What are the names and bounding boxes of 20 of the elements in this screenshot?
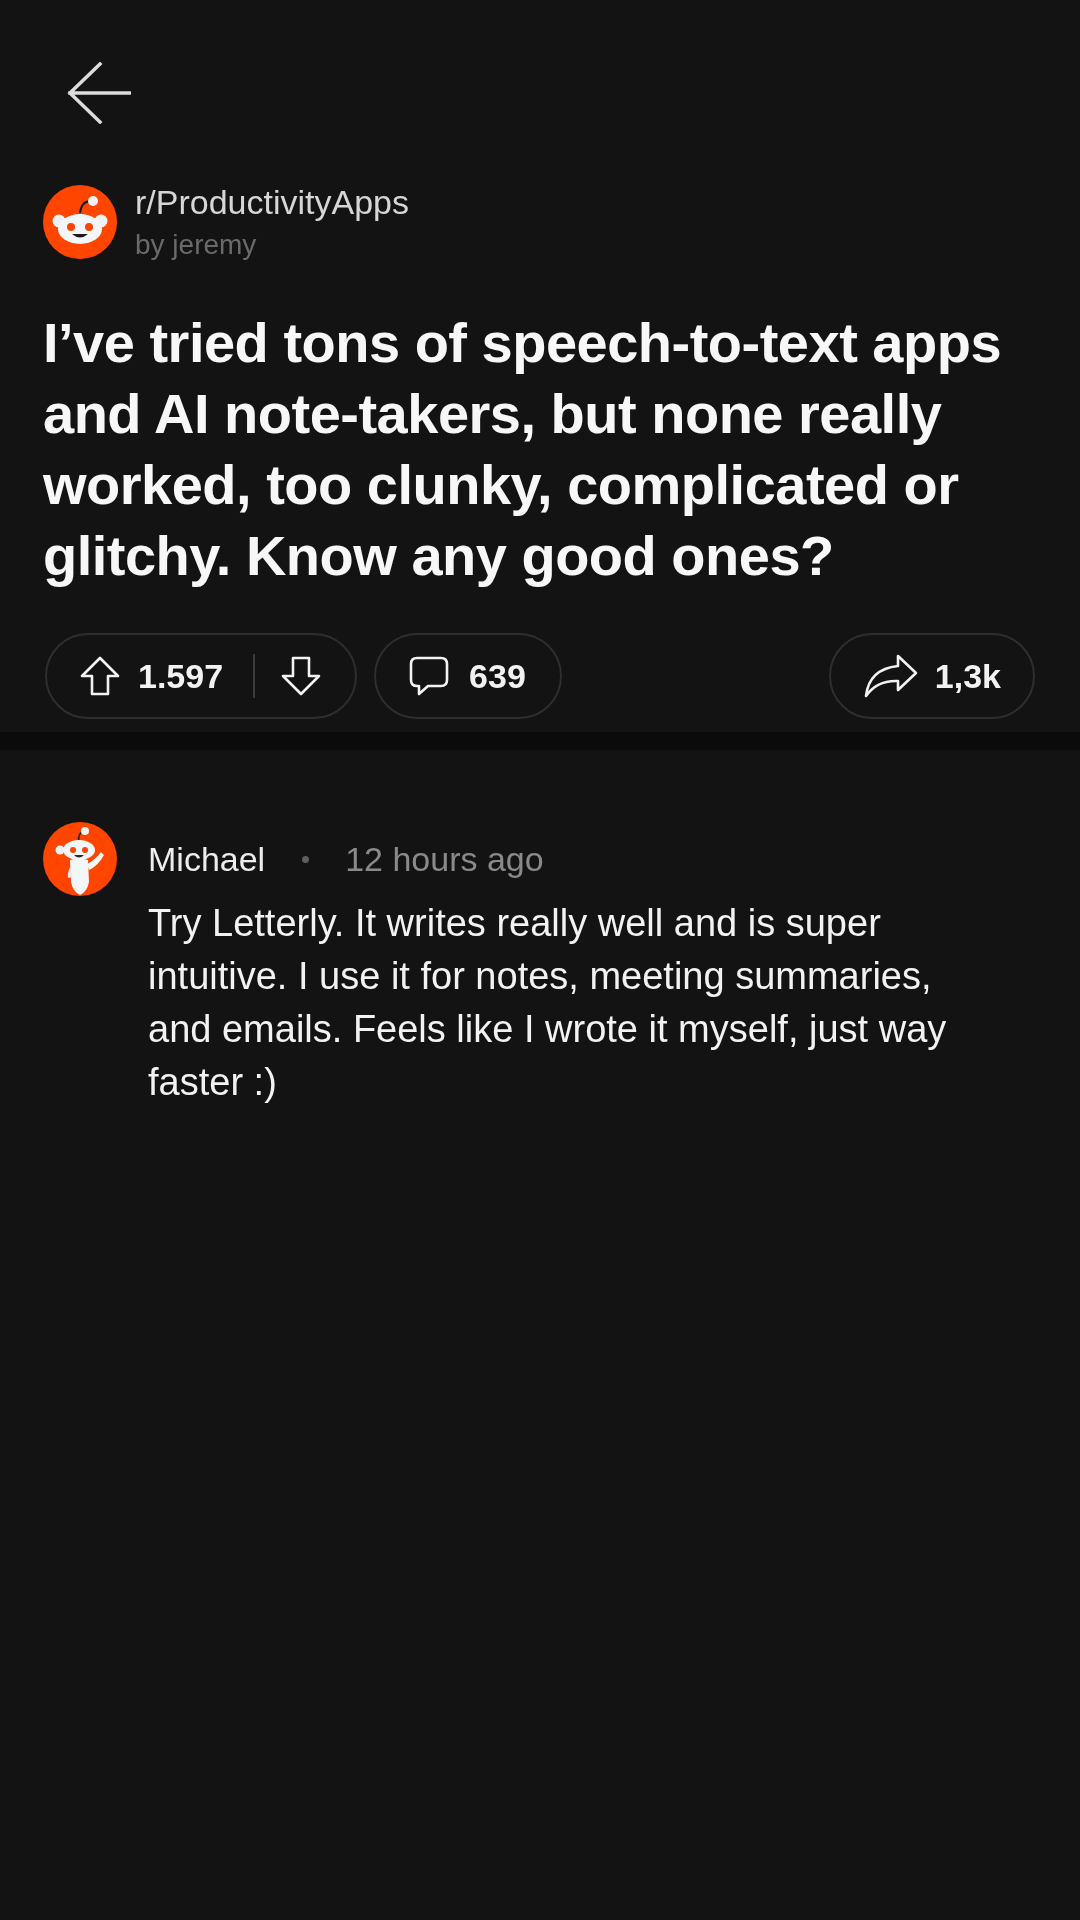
speech-bubble-icon	[408, 655, 451, 697]
arrow-down-icon	[280, 655, 323, 697]
dot-separator-icon	[302, 855, 310, 863]
arrow-up-icon	[79, 655, 121, 697]
post-title: I’ve tried tons of speech-to-text apps and AI note-takers, but none really worked, too clunky, complicated or glitchy. Know any good ones?	[43, 310, 1003, 589]
alien-mascot-icon	[43, 185, 117, 259]
comment-author[interactable]: Michael	[148, 838, 266, 880]
upvote-button[interactable]	[79, 655, 121, 697]
vote-count: 1.597	[138, 656, 224, 696]
post-author: by jeremy	[135, 228, 258, 262]
arrow-left-icon	[67, 62, 131, 124]
back-button[interactable]	[67, 62, 131, 124]
comment-text: Try Letterly. It writes really well and is super intuitive. I use it for notes, meeting summaries, and emails. Feels like I wrote it myself, just way faster :)	[148, 901, 948, 1105]
share-button[interactable]: 1,3k	[828, 633, 1035, 719]
downvote-button[interactable]	[280, 655, 323, 697]
alien-mascot-icon	[43, 822, 117, 896]
comments-button[interactable]: 639	[374, 633, 562, 719]
comment-time: 12 hours ago	[345, 839, 544, 880]
subreddit-name[interactable]: r/ProductivityApps	[135, 182, 409, 222]
share-arrow-icon	[862, 653, 919, 699]
